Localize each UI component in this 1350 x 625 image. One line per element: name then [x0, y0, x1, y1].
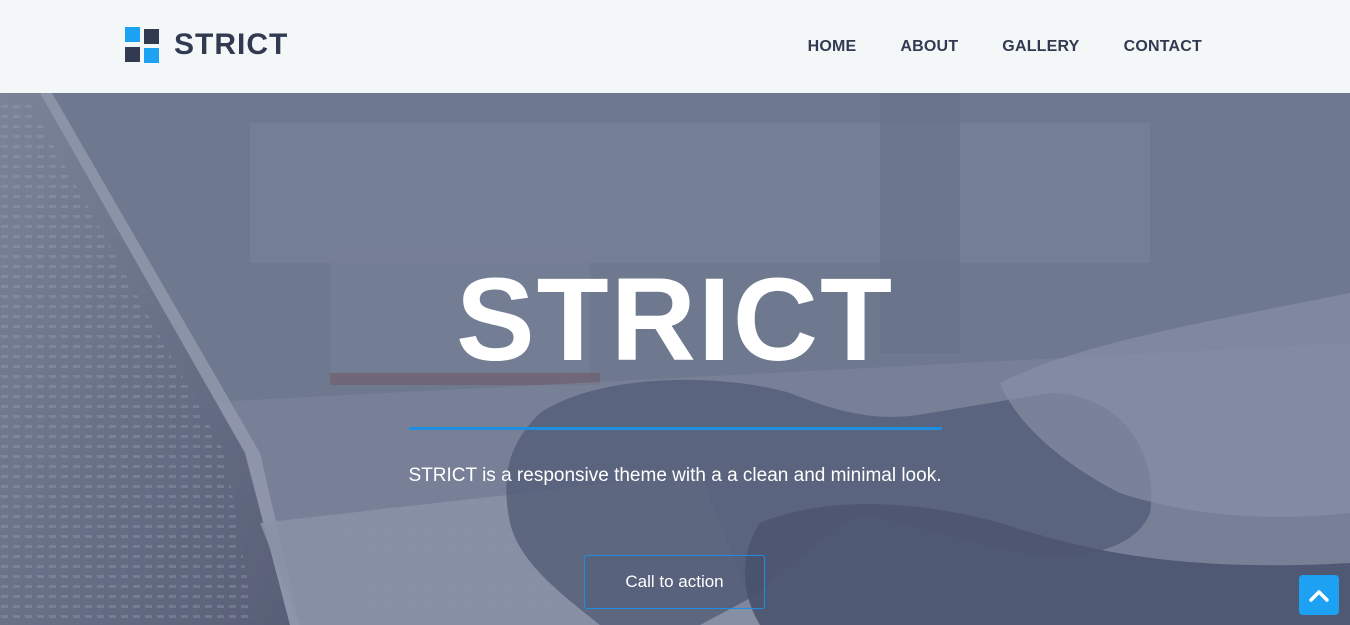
- hero-subtitle: STRICT is a responsive theme with a a cl…: [408, 465, 942, 486]
- nav-item-gallery[interactable]: GALLERY: [1002, 38, 1079, 56]
- hero-title: STRICT: [455, 254, 895, 386]
- main-nav: HOME ABOUT GALLERY CONTACT: [764, 0, 1202, 93]
- hero-section: STRICT STRICT is a responsive theme with…: [0, 93, 1350, 625]
- site-header: STRICT HOME ABOUT GALLERY CONTACT: [0, 0, 1350, 93]
- logo[interactable]: STRICT: [125, 27, 288, 63]
- scroll-to-top-button[interactable]: [1299, 575, 1339, 615]
- call-to-action-button[interactable]: Call to action: [584, 555, 765, 609]
- chevron-up-icon: [1309, 590, 1329, 602]
- hero-content: STRICT STRICT is a responsive theme with…: [0, 93, 1350, 625]
- logo-squares-icon: [125, 27, 160, 63]
- logo-text: STRICT: [174, 28, 289, 61]
- nav-item-contact[interactable]: CONTACT: [1124, 38, 1202, 56]
- hero-divider: [409, 427, 942, 430]
- nav-item-home[interactable]: HOME: [808, 38, 857, 56]
- nav-item-about[interactable]: ABOUT: [900, 38, 958, 56]
